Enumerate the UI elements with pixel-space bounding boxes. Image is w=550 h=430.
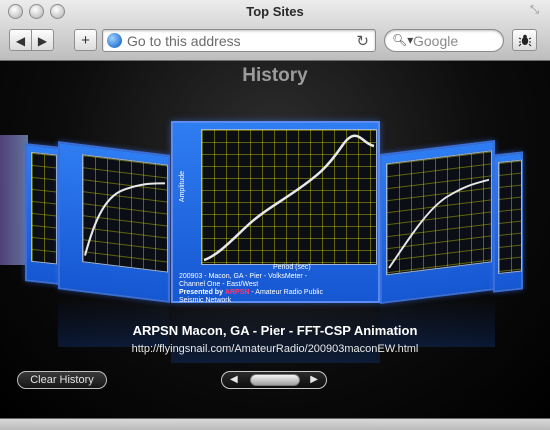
address-bar[interactable]: Go to this address ↻ bbox=[102, 29, 376, 52]
amateur-radio-text: - Amateur Radio Public bbox=[251, 289, 323, 296]
bug-report-button[interactable] bbox=[512, 29, 537, 51]
selected-card-caption-1: 200903 - Macon, GA - Pier - VolksMeter - bbox=[179, 273, 307, 280]
search-input[interactable]: Google bbox=[413, 33, 458, 49]
history-heading: History bbox=[242, 65, 308, 86]
forward-button[interactable]: ▶ bbox=[31, 29, 54, 51]
bug-icon bbox=[518, 34, 531, 47]
history-card-right-1-curve bbox=[388, 178, 490, 269]
back-arrow-icon: ◀ bbox=[15, 34, 26, 48]
arpsn-text: ARPSN bbox=[224, 289, 250, 296]
back-button[interactable]: ◀ bbox=[9, 29, 32, 51]
status-bar bbox=[0, 418, 550, 430]
scroll-right-icon[interactable]: ▶ bbox=[310, 372, 318, 388]
presented-by-text: Presented by bbox=[179, 289, 223, 296]
search-field[interactable]: 🔍︎▾ Google bbox=[384, 29, 504, 52]
plus-icon: + bbox=[81, 32, 90, 49]
add-bookmark-button[interactable]: + bbox=[74, 29, 97, 51]
selected-card-curve bbox=[203, 134, 375, 262]
selected-card-caption-3: Presented by ARPSN - Amateur Radio Publi… bbox=[179, 289, 323, 297]
selected-card-plot bbox=[201, 129, 377, 265]
selected-card-caption-2: Channel One - East/West bbox=[179, 281, 259, 288]
selected-page-url[interactable]: http://flyingsnail.com/AmateurRadio/2009… bbox=[0, 343, 550, 355]
scroll-left-icon[interactable]: ◀ bbox=[230, 372, 238, 388]
selected-card-xlabel: Period (sec) bbox=[273, 264, 311, 271]
browser-toolbar: Top Sites ⤡ ◀ ▶ + Go to this address ↻ 🔍… bbox=[0, 0, 550, 61]
history-card-right-1[interactable] bbox=[380, 139, 495, 305]
selected-card-ylabel: Amplitude bbox=[179, 170, 187, 203]
search-icon[interactable]: 🔍︎▾ bbox=[392, 33, 413, 47]
globe-icon bbox=[107, 33, 122, 48]
history-card-left-1[interactable] bbox=[58, 141, 170, 303]
history-card-right-2[interactable] bbox=[493, 151, 523, 293]
coverflow-reflection-right bbox=[380, 297, 495, 347]
coverflow-reflection-left bbox=[58, 297, 170, 347]
clear-history-button[interactable]: Clear History bbox=[17, 371, 107, 389]
history-card-selected[interactable]: Amplitude Period (sec) 200903 - Macon, G… bbox=[171, 121, 380, 304]
forward-arrow-icon: ▶ bbox=[37, 34, 48, 48]
history-card-far-left[interactable] bbox=[0, 135, 28, 265]
scrollbar-thumb[interactable] bbox=[250, 374, 300, 386]
address-input[interactable]: Go to this address bbox=[127, 33, 241, 49]
history-card-left-1-curve bbox=[84, 182, 166, 256]
history-coverflow-view: History Amplitude Period (sec) 200903 - … bbox=[0, 61, 550, 418]
coverflow-scrollbar[interactable]: ◀ ▶ bbox=[221, 371, 327, 389]
reload-icon[interactable]: ↻ bbox=[356, 32, 369, 50]
toolbar-toggle-icon[interactable]: ⤡ bbox=[525, 4, 544, 17]
browser-window: Top Sites ⤡ ◀ ▶ + Go to this address ↻ 🔍… bbox=[0, 0, 550, 430]
history-card-left-2[interactable] bbox=[25, 143, 60, 285]
selected-page-title: ARPSN Macon, GA - Pier - FFT-CSP Animati… bbox=[132, 323, 418, 338]
window-title: Top Sites bbox=[246, 4, 304, 19]
